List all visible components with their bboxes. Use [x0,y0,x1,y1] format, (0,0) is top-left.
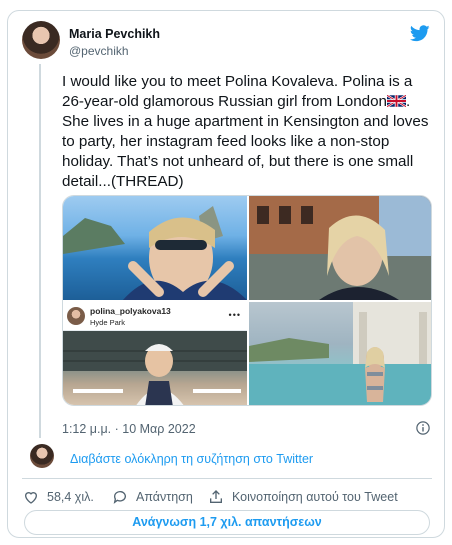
photo-sea-selfie-art [63,206,247,300]
like-button[interactable]: 58,4 χιλ. [23,489,94,505]
tweet-text: I would like you to meet Polina Kovaleva… [62,72,434,192]
instagram-avatar[interactable] [67,307,85,325]
photo-tennis-court-art [63,331,247,405]
reply-label: Απάντηση [136,490,193,504]
author-avatar[interactable] [22,21,60,59]
heart-icon [24,492,38,504]
instagram-post[interactable]: polina_polyakova13 Hyde Park ••• [63,302,247,405]
tweet-card: Maria Pevchikh @pevchikh I would like yo… [7,10,445,538]
photo-pool-villa[interactable] [249,302,431,405]
share-button[interactable]: Κοινοποίηση αυτού του Tweet [208,489,398,505]
reply-button[interactable]: Απάντηση [112,489,193,505]
uk-flag-icon [387,95,407,107]
photo-london-street[interactable] [249,196,431,300]
read-replies-button[interactable]: Ανάγνωση 1,7 χιλ. απαντήσεων [24,510,430,535]
thread-connector-line [39,64,41,438]
photo-london-street-art [249,196,431,300]
author-handle[interactable]: @pevchikh [69,44,129,58]
media-grid: polina_polyakova13 Hyde Park ••• [62,195,432,406]
share-label: Κοινοποίηση αυτού του Tweet [232,490,398,504]
info-icon[interactable] [416,421,430,435]
reply-icon [113,491,126,504]
like-count: 58,4 χιλ. [47,490,94,504]
photo-sea-selfie[interactable] [63,196,247,300]
share-icon [210,490,222,503]
read-full-thread-link[interactable]: Διαβάστε ολόκληρη τη συζήτηση στο Twitte… [70,452,313,466]
twitter-bird-icon[interactable] [410,25,430,42]
photo-tennis-court [63,331,247,405]
divider [22,478,432,479]
tweet-timestamp[interactable]: 1:12 μ.μ. · 10 Μαρ 2022 [62,422,196,436]
instagram-more-icon[interactable]: ••• [229,310,241,320]
author-name[interactable]: Maria Pevchikh [69,27,160,41]
thread-avatar[interactable] [30,444,54,468]
photo-pool-villa-art [249,302,431,405]
instagram-location[interactable]: Hyde Park [90,318,125,327]
tweet-text-part1: I would like you to meet Polina Kovaleva… [62,73,413,110]
instagram-username[interactable]: polina_polyakova13 [90,306,171,316]
instagram-post-header: polina_polyakova13 Hyde Park ••• [63,302,247,331]
